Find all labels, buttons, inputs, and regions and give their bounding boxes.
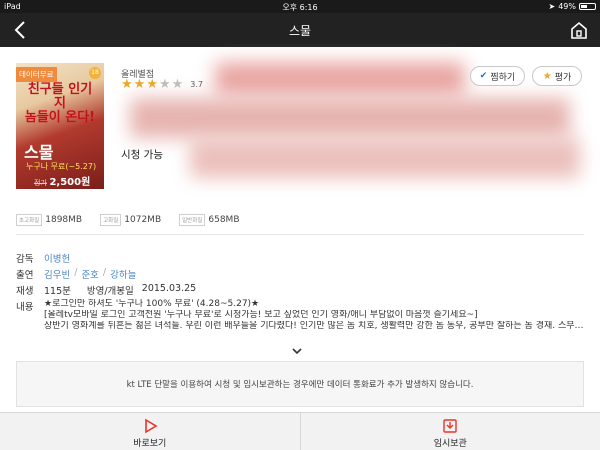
location-icon: ➤ bbox=[548, 2, 556, 11]
play-icon bbox=[144, 418, 158, 434]
size-value: 658MB bbox=[208, 215, 240, 225]
size-item: 고화질 1072MB bbox=[100, 214, 161, 226]
battery-percent: 49% bbox=[558, 2, 576, 11]
release-label: 방영/개봉일 bbox=[86, 286, 134, 297]
movie-poster[interactable]: 데이터무료 18 친구들 인기지 놈들이 온다! 스물 누구나 무료(~5.27… bbox=[16, 63, 104, 189]
data-charge-notice: kt LTE 단말을 이용하여 시청 및 임시보관하는 경우에만 데이터 통화료… bbox=[16, 361, 584, 407]
content-label-row: 내용 bbox=[16, 299, 44, 313]
synopsis: ★로그인만 하셔도 '누구나 100% 무료' (4.28~5.27)★ [올레… bbox=[44, 299, 584, 332]
rate-label: 평가 bbox=[554, 72, 572, 83]
blurred-promo-area bbox=[190, 138, 580, 178]
synopsis-line: [올레tv모바일 로그인 고객전원 '누구나 무료'로 시청가능! 보고 싶었던… bbox=[44, 310, 478, 320]
cast-link[interactable]: 준호 bbox=[81, 267, 98, 281]
star-icon: ★ bbox=[542, 70, 552, 82]
bottom-toolbar: 바로보기 임시보관 bbox=[0, 412, 600, 450]
content-label: 내용 bbox=[16, 302, 34, 313]
poster-movie-name: 스물 bbox=[24, 143, 54, 162]
cast-link[interactable]: 강하늘 bbox=[110, 267, 136, 281]
watch-status: 시청 가능 bbox=[121, 149, 163, 161]
poster-price: 정가 2,500원 bbox=[34, 173, 90, 188]
original-price-label: 정가 bbox=[34, 179, 47, 187]
poster-tagline-line: 놈들이 온다! bbox=[24, 110, 96, 125]
poster-free-period: 누구나 무료(~5.27) bbox=[26, 162, 97, 171]
separator: / bbox=[74, 267, 78, 278]
temporary-save-button[interactable]: 임시보관 bbox=[299, 413, 600, 450]
director-row: 감독 이병헌 bbox=[16, 251, 70, 265]
watch-now-button[interactable]: 바로보기 bbox=[0, 413, 300, 450]
home-icon bbox=[571, 21, 587, 39]
playback-row: 재생 115분 방영/개봉일 2015.03.25 bbox=[16, 283, 196, 297]
divider bbox=[16, 234, 584, 235]
wishlist-button[interactable]: ✔ 찜하기 bbox=[470, 66, 525, 86]
size-value: 1898MB bbox=[45, 215, 83, 225]
age-rating-badge: 18 bbox=[89, 67, 101, 79]
nav-bar: 스물 bbox=[0, 13, 600, 47]
size-item: 초고화질 1898MB bbox=[16, 214, 82, 226]
star-rating: ★ ★ ★ ★ ★ 3.7 bbox=[121, 78, 203, 91]
blurred-promo-area bbox=[130, 98, 570, 138]
cast-label: 출연 bbox=[16, 270, 34, 281]
synopsis-line: 상반기 영화계를 뒤흔든 젊은 녀석들. 우린 이런 배우들을 기다렸다! 인기… bbox=[44, 321, 584, 331]
download-icon bbox=[443, 419, 457, 433]
status-bar: iPad 오후 6:16 ➤ 49% bbox=[0, 0, 600, 13]
blurred-promo-area bbox=[215, 62, 465, 96]
status-right: ➤ 49% bbox=[549, 2, 596, 11]
star-empty-icon: ★ bbox=[171, 77, 184, 92]
runtime: 115분 bbox=[44, 286, 71, 297]
check-icon: ✔ bbox=[479, 71, 488, 81]
cast-row: 출연 김우빈 / 준호 / 강하늘 bbox=[16, 267, 136, 281]
cast-link[interactable]: 김우빈 bbox=[44, 267, 70, 281]
data-free-badge: 데이터무료 bbox=[16, 67, 57, 82]
quality-tag: 일반화질 bbox=[179, 214, 206, 226]
chevron-down-icon bbox=[292, 348, 302, 355]
rate-button[interactable]: ★ 평가 bbox=[532, 66, 582, 86]
watch-now-label: 바로보기 bbox=[133, 439, 167, 449]
separator: / bbox=[102, 267, 107, 278]
size-item: 일반화질 658MB bbox=[179, 214, 240, 226]
star-filled-icon: ★ bbox=[133, 77, 146, 92]
clock: 오후 6:16 bbox=[282, 3, 318, 12]
play-label: 재생 bbox=[16, 286, 34, 297]
file-size-row: 초고화질 1898MB 고화질 1072MB 일반화질 658MB bbox=[16, 214, 258, 226]
director-label: 감독 bbox=[16, 254, 34, 265]
star-filled-icon: ★ bbox=[121, 77, 133, 92]
expand-synopsis-button[interactable] bbox=[290, 341, 304, 355]
battery-icon bbox=[579, 3, 596, 10]
size-value: 1072MB bbox=[124, 215, 162, 225]
quality-tag: 초고화질 bbox=[16, 214, 43, 226]
notice-text: kt LTE 단말을 이용하여 시청 및 임시보관하는 경우에만 데이터 통화료… bbox=[126, 380, 474, 390]
release-date: 2015.03.25 bbox=[141, 283, 197, 294]
home-button[interactable] bbox=[568, 19, 590, 41]
wishlist-label: 찜하기 bbox=[490, 72, 516, 83]
rating-value: 3.7 bbox=[190, 80, 204, 89]
director-link[interactable]: 이병헌 bbox=[44, 251, 70, 265]
temporary-save-label: 임시보관 bbox=[433, 439, 467, 449]
poster-tagline: 친구들 인기지 놈들이 온다! bbox=[22, 83, 98, 125]
price-value: 2,500원 bbox=[49, 177, 91, 188]
poster-tagline-line: 친구들 인기지 bbox=[27, 82, 93, 111]
star-filled-icon: ★ bbox=[146, 77, 158, 92]
quality-tag: 고화질 bbox=[100, 214, 122, 226]
star-empty-icon: ★ bbox=[158, 77, 171, 92]
synopsis-line: ★로그인만 하셔도 '누구나 100% 무료' (4.28~5.27)★ bbox=[44, 299, 260, 309]
page-title: 스물 bbox=[288, 24, 312, 38]
